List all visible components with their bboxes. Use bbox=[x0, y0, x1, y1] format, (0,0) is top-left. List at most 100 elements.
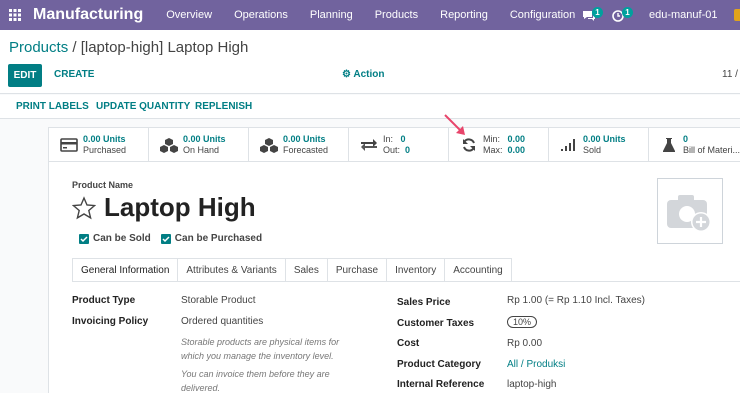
can-be-sold-label: Can be Sold bbox=[93, 233, 151, 244]
product-name[interactable]: Laptop High bbox=[104, 192, 256, 223]
tab-general-information[interactable]: General Information bbox=[72, 258, 179, 282]
create-button[interactable]: CREATE bbox=[54, 69, 94, 80]
product-checkboxes: Can be Sold Can be Purchased bbox=[79, 233, 272, 244]
menu-products[interactable]: Products bbox=[364, 0, 429, 30]
print-labels-button[interactable]: PRINT LABELS bbox=[16, 101, 89, 112]
tab-accounting[interactable]: Accounting bbox=[444, 258, 512, 282]
sales-price-field[interactable]: Rp 1.00 (= Rp 1.10 Incl. Taxes) bbox=[507, 295, 645, 306]
forecasted-label: Forecasted bbox=[283, 145, 329, 155]
camera-add-icon bbox=[667, 195, 711, 232]
tax-tag[interactable]: 10% bbox=[507, 316, 538, 328]
top-navbar: Manufacturing Overview Operations Planni… bbox=[0, 0, 740, 30]
can-be-sold-checkbox[interactable]: Can be Sold bbox=[79, 233, 151, 244]
apps-grid-icon[interactable] bbox=[0, 0, 30, 30]
on-hand-icon bbox=[159, 136, 179, 154]
company-switcher[interactable]: edu-manuf-01 bbox=[649, 0, 718, 30]
product-title-row: Laptop High bbox=[72, 192, 256, 223]
sales-price-label: Sales Price bbox=[397, 297, 451, 308]
cost-field[interactable]: Rp 0.00 bbox=[507, 338, 542, 349]
on-hand-label: On Hand bbox=[183, 145, 220, 155]
form-tabs: General Information Attributes & Variant… bbox=[72, 258, 512, 282]
product-type-label: Product Type bbox=[72, 295, 136, 306]
invoicing-policy-field[interactable]: Ordered quantities bbox=[181, 316, 263, 327]
update-quantity-button[interactable]: UPDATE QUANTITY bbox=[96, 101, 190, 112]
customer-taxes-field[interactable]: 10% bbox=[507, 316, 538, 328]
invoicing-help: You can invoice them before they are del… bbox=[181, 367, 330, 393]
on-hand-value: 0.00 Units bbox=[183, 134, 226, 144]
bom-value: 0 bbox=[683, 134, 689, 144]
purchased-label: Purchased bbox=[83, 145, 127, 155]
checkmark-icon bbox=[79, 233, 89, 244]
menu-planning[interactable]: Planning bbox=[299, 0, 364, 30]
help-line: Storable products are physical items for bbox=[181, 337, 340, 347]
product-type-help: Storable products are physical items for… bbox=[181, 335, 339, 363]
purchased-value: 0.00 Units bbox=[83, 134, 126, 144]
in-out-icon bbox=[359, 136, 379, 154]
help-line: You can invoice them before they are bbox=[181, 369, 330, 379]
sales-price-value: Rp 1.00 bbox=[507, 295, 543, 306]
min-label: Min: bbox=[483, 134, 501, 144]
internal-reference-field[interactable]: laptop-high bbox=[507, 379, 556, 390]
tab-attributes-variants[interactable]: Attributes & Variants bbox=[177, 258, 286, 282]
can-be-purchased-checkbox[interactable]: Can be Purchased bbox=[160, 233, 262, 244]
on-hand-smart-button[interactable]: 0.00 Units On Hand bbox=[149, 128, 249, 161]
control-panel: Products / [laptop-high] Laptop High EDI… bbox=[0, 30, 740, 94]
clock-icon: 1 bbox=[612, 6, 633, 24]
flask-icon bbox=[659, 136, 679, 154]
tab-divider bbox=[72, 281, 740, 282]
purchased-smart-button[interactable]: 0.00 Units Purchased bbox=[49, 128, 149, 161]
sold-label: Sold bbox=[583, 145, 602, 155]
tab-sales[interactable]: Sales bbox=[284, 258, 328, 282]
bom-smart-button[interactable]: 0 Bill of Materi... bbox=[649, 128, 740, 161]
action-dropdown[interactable]: ⚙ Action bbox=[342, 69, 385, 80]
menu-overview[interactable]: Overview bbox=[155, 0, 223, 30]
internal-reference-label: Internal Reference bbox=[397, 379, 485, 390]
forecasted-smart-button[interactable]: 0.00 Units Forecasted bbox=[249, 128, 349, 161]
breadcrumb-current: [laptop-high] Laptop High bbox=[80, 39, 249, 56]
messages-button[interactable]: 1 bbox=[582, 0, 603, 30]
breadcrumb-separator: / bbox=[72, 39, 77, 56]
product-image[interactable] bbox=[657, 178, 723, 244]
cost-label: Cost bbox=[397, 338, 420, 349]
company-name: edu-manuf-01 bbox=[649, 9, 718, 21]
help-line: which you manage the inventory level. bbox=[181, 351, 334, 361]
menu-configuration[interactable]: Configuration bbox=[499, 0, 586, 30]
favorite-star-icon[interactable] bbox=[72, 195, 96, 220]
app-name[interactable]: Manufacturing bbox=[33, 6, 143, 24]
product-category-label: Product Category bbox=[397, 359, 481, 370]
product-name-label: Product Name bbox=[72, 180, 134, 190]
activity-badge: 1 bbox=[622, 7, 633, 18]
product-category-field[interactable]: All / Produksi bbox=[507, 359, 565, 370]
gear-icon: ⚙ bbox=[342, 69, 351, 80]
tab-purchase[interactable]: Purchase bbox=[326, 258, 388, 282]
action-label: Action bbox=[353, 69, 385, 80]
activity-button[interactable]: 1 bbox=[612, 0, 633, 30]
menu-reporting[interactable]: Reporting bbox=[429, 0, 499, 30]
bom-label: Bill of Materi... bbox=[683, 145, 740, 155]
smart-buttons: 0.00 Units Purchased 0.00 Units On Hand 0.… bbox=[49, 128, 740, 162]
edit-button[interactable]: EDIT bbox=[8, 64, 42, 87]
sold-value: 0.00 Units bbox=[583, 134, 626, 144]
invoicing-policy-label: Invoicing Policy bbox=[72, 316, 149, 327]
pager[interactable]: 11 / bbox=[722, 69, 738, 80]
sold-smart-button[interactable]: 0.00 Units Sold bbox=[549, 128, 649, 161]
replenish-button[interactable]: REPLENISH bbox=[195, 101, 252, 112]
main-menu: Overview Operations Planning Products Re… bbox=[155, 0, 586, 30]
sold-icon bbox=[559, 136, 579, 154]
form-statusbar: PRINT LABELS UPDATE QUANTITY REPLENISH bbox=[0, 95, 740, 119]
annotation-arrow-icon bbox=[444, 114, 465, 135]
in-label: In: bbox=[383, 134, 394, 144]
customer-taxes-label: Customer Taxes bbox=[397, 318, 475, 329]
product-type-field[interactable]: Storable Product bbox=[181, 295, 256, 306]
breadcrumb: Products / [laptop-high] Laptop High bbox=[9, 39, 248, 56]
user-avatar[interactable] bbox=[734, 9, 740, 21]
out-value: 0 bbox=[405, 145, 411, 155]
forecasted-icon bbox=[259, 136, 279, 154]
menu-operations[interactable]: Operations bbox=[223, 0, 299, 30]
out-label: Out: bbox=[383, 145, 401, 155]
max-value: 0.00 bbox=[507, 145, 526, 155]
in-out-smart-button[interactable]: In: 0 Out: 0 bbox=[349, 128, 449, 161]
tab-inventory[interactable]: Inventory bbox=[386, 258, 446, 282]
breadcrumb-products-link[interactable]: Products bbox=[9, 39, 68, 56]
sales-price-incl: (= Rp 1.10 Incl. Taxes) bbox=[544, 295, 645, 306]
